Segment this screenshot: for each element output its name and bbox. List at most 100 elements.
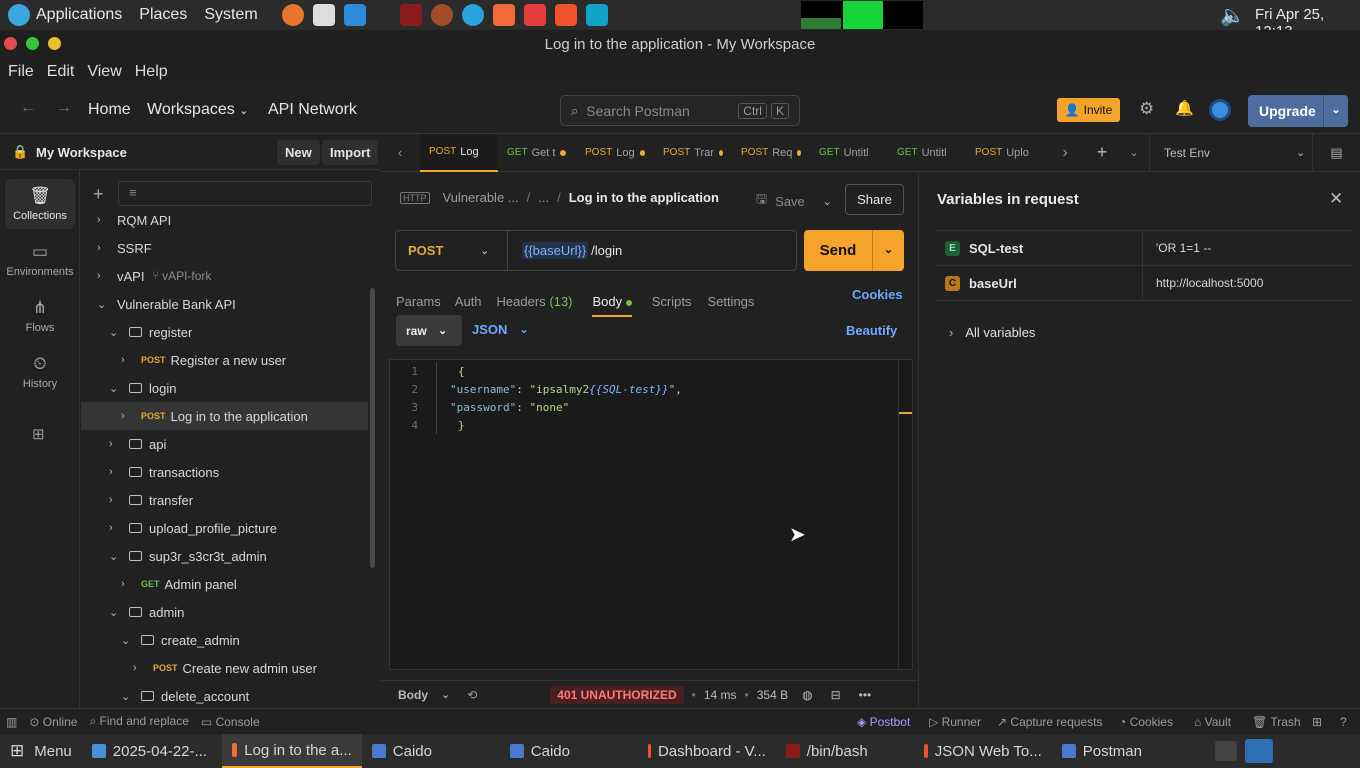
tree-folder-item[interactable]: › upload_profile_picture [81, 514, 368, 542]
chevron-right-icon[interactable]: › [121, 410, 133, 422]
taskbar-item[interactable]: Caido [362, 734, 500, 768]
close-icon[interactable]: ✕ [1329, 189, 1343, 209]
os-menu-system[interactable]: System [204, 6, 257, 24]
breadcrumb-collection[interactable]: Vulnerable ... [443, 190, 519, 205]
chevron-right-icon[interactable]: › [109, 438, 121, 450]
tabs-scroll-left-icon[interactable]: ‹ [380, 145, 420, 160]
postman-icon[interactable] [492, 4, 515, 26]
menu-view[interactable]: View [87, 63, 121, 81]
tree-folder-item[interactable]: ⌄ admin [81, 598, 368, 626]
environment-quicklook-icon[interactable]: ▤ [1312, 133, 1360, 172]
menu-edit[interactable]: Edit [47, 63, 75, 81]
add-collection-icon[interactable]: + [93, 184, 104, 205]
tab-body[interactable]: Body [592, 294, 632, 317]
chevron-down-icon[interactable]: ⌄ [109, 550, 121, 563]
request-tab[interactable]: POST Uplo [966, 134, 1044, 172]
online-status[interactable]: ⊙ Online [29, 715, 77, 729]
tree-folder-item[interactable]: › transfer [81, 486, 368, 514]
rail-history[interactable]: ⏲ History [5, 347, 75, 397]
terminal-icon[interactable] [399, 4, 422, 26]
help-icon[interactable]: ? [1340, 715, 1347, 729]
home-link[interactable]: Home [88, 101, 131, 119]
tabs-menu-chevron-icon[interactable]: ⌄ [1119, 146, 1149, 159]
url-input[interactable]: {{baseUrl}} /login [508, 231, 796, 270]
request-tab[interactable]: POST Log [576, 134, 654, 172]
tab-params[interactable]: Params [396, 294, 441, 309]
forward-arrow-icon[interactable]: → [56, 99, 72, 117]
runner-button[interactable]: ▷ Runner [929, 715, 981, 729]
taskbar-item[interactable]: Caido [500, 734, 638, 768]
firefox-icon[interactable] [281, 4, 304, 26]
configure-rail-icon[interactable]: ⊞ [32, 425, 45, 443]
url-variable[interactable]: {{baseUrl}} [522, 242, 589, 259]
status-badge[interactable]: 401 UNAUTHORIZED [550, 685, 684, 704]
postbot-button[interactable]: ◈ Postbot [857, 715, 910, 729]
notifications-bell-icon[interactable]: 🔔 [1175, 99, 1194, 117]
tree-folder-item[interactable]: › transactions [81, 458, 368, 486]
method-select[interactable]: POST ⌄ [396, 231, 508, 270]
globe-icon[interactable]: ◍ [802, 688, 812, 702]
tree-request-item[interactable]: › POST Register a new user [81, 346, 368, 374]
new-tab-icon[interactable]: + [1085, 142, 1119, 163]
response-time[interactable]: 14 ms [704, 688, 737, 702]
save-button[interactable]: 🖫 Save ⌄ [756, 190, 832, 212]
capture-button[interactable]: ↗ Capture requests [997, 715, 1102, 729]
chevron-right-icon[interactable]: › [97, 270, 109, 282]
chevron-right-icon[interactable]: › [109, 466, 121, 478]
menu-help[interactable]: Help [135, 63, 168, 81]
volume-icon[interactable]: 🔈 [1220, 3, 1245, 28]
tree-request-item[interactable]: › POST Log in to the application [81, 402, 368, 430]
invite-button[interactable]: 👤 Invite [1057, 98, 1120, 122]
tree-folder-item[interactable]: ⌄ login [81, 374, 368, 402]
tree-request-item[interactable]: › GET Admin panel [81, 570, 368, 598]
chevron-down-icon[interactable]: ⌄ [121, 634, 133, 647]
tree-folder-item[interactable]: ⌄ register [81, 318, 368, 346]
settings-gear-icon[interactable]: ⚙ [1139, 99, 1154, 119]
chevron-down-icon[interactable]: ⌄ [1323, 95, 1348, 127]
chevron-right-icon[interactable]: › [121, 354, 133, 366]
request-tab[interactable]: GET Untitl [888, 134, 966, 172]
maximize-window-button[interactable] [26, 37, 39, 50]
text-editor-icon[interactable] [312, 4, 335, 26]
api-network-link[interactable]: API Network [268, 101, 357, 119]
files-icon[interactable] [585, 4, 608, 26]
editor-scrollbar[interactable] [898, 360, 912, 669]
cookies-button[interactable]: ◔ Cookies [1119, 715, 1173, 729]
tab-scripts[interactable]: Scripts [652, 294, 692, 309]
rail-flows[interactable]: ⋔ Flows [5, 291, 75, 341]
trash-button[interactable]: 🗑 Trash [1252, 715, 1301, 729]
chevron-down-icon[interactable]: ⌄ [109, 606, 121, 619]
tab-headers[interactable]: Headers (13) [497, 294, 573, 309]
menu-file[interactable]: File [8, 63, 34, 81]
body-editor[interactable]: 1{2 "username": "ipsalmy2 {{SQL-test}} ", 3 "… [389, 359, 913, 670]
request-tab[interactable]: GET Get t [498, 134, 576, 172]
chevron-down-icon[interactable]: ⌄ [109, 382, 121, 395]
vscode-icon[interactable] [343, 4, 366, 26]
telegram-icon[interactable] [461, 4, 484, 26]
burp-icon[interactable] [430, 4, 453, 26]
chevron-right-icon[interactable]: › [133, 662, 145, 674]
environment-select[interactable]: Test Env ⌄ [1149, 133, 1312, 172]
tree-request-item[interactable]: › POST Create new admin user [81, 654, 368, 682]
minimize-window-button[interactable] [48, 37, 61, 50]
taskbar-item[interactable]: 2025-04-22-... [82, 734, 222, 768]
beautify-link[interactable]: Beautify [846, 323, 897, 338]
os-menu-applications[interactable]: Applications [36, 6, 122, 24]
rail-collections[interactable]: 🗑 Collections [5, 179, 75, 229]
body-language-select[interactable]: JSON ⌄ [472, 322, 529, 337]
rail-environments[interactable]: ▭ Environments [5, 235, 75, 285]
start-menu-button[interactable]: ⊞ Menu [0, 734, 82, 768]
request-title[interactable]: Log in to the application [569, 190, 719, 205]
taskbar-item[interactable]: Postman [1052, 734, 1190, 768]
send-button[interactable]: Send ⌄ [804, 230, 904, 271]
response-body-label[interactable]: Body [398, 688, 428, 702]
find-replace-button[interactable]: ⌕ Find and replace [89, 714, 188, 729]
os-menu-places[interactable]: Places [139, 6, 187, 24]
taskbar-item[interactable]: JSON Web To... [914, 734, 1052, 768]
tray-postman-icon[interactable] [1245, 739, 1273, 763]
request-tab[interactable]: POST Req [732, 134, 810, 172]
tabs-scroll-right-icon[interactable]: › [1045, 144, 1085, 162]
tree-folder-item[interactable]: ⌄ delete_account [81, 682, 368, 710]
tree-collection-item[interactable]: › SSRF [81, 234, 368, 262]
chevron-down-icon[interactable]: ⌄ [441, 688, 450, 701]
